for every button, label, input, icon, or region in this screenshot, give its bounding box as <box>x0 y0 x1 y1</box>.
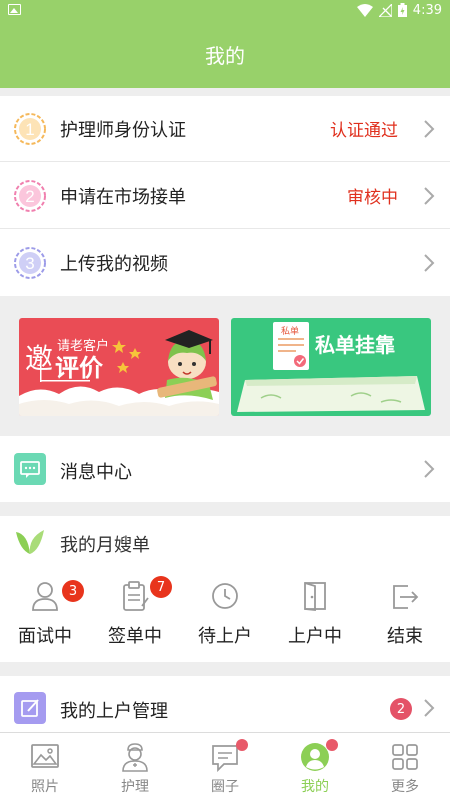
svg-text:评价: 评价 <box>55 354 104 382</box>
edit-note-icon <box>14 692 46 724</box>
clock-time: 4:39 <box>412 2 442 18</box>
message-center-row[interactable]: 消息中心 <box>0 436 450 502</box>
chat-bubble-icon <box>14 453 46 485</box>
status-text: 审核中 <box>347 188 398 208</box>
tab-label: 护理 <box>121 779 149 795</box>
order-status-label: 结束 <box>387 626 423 647</box>
leaf-icon <box>16 530 44 554</box>
private-order-banner[interactable]: 私单 私单挂靠 <box>231 318 431 416</box>
clock-icon <box>212 583 238 609</box>
tab-nursing[interactable]: 护理 <box>90 733 180 800</box>
service-management-row[interactable]: 我的上户管理 2 <box>0 676 450 732</box>
row-upload-video[interactable]: 3 上传我的视频 <box>0 230 450 296</box>
clipboard-icon <box>123 581 149 611</box>
order-status-signing[interactable]: 7 签单中 <box>90 576 180 660</box>
orders-title: 我的月嫂单 <box>60 535 150 556</box>
svg-text:3: 3 <box>25 254 34 273</box>
tab-mine[interactable]: 我的 <box>270 733 360 800</box>
chevron-right-icon <box>424 460 435 478</box>
row-identity-certification[interactable]: 1 护理师身份认证 认证通过 <box>0 96 450 162</box>
service-management-label: 我的上户管理 <box>60 701 168 722</box>
chevron-right-icon <box>424 186 435 205</box>
status-text: 认证通过 <box>330 121 398 141</box>
promo-banners: 邀 请老客户 评价 私单 私单挂靠 <box>0 300 450 428</box>
order-status-interviewing[interactable]: 3 面试中 <box>0 580 90 660</box>
tab-label: 照片 <box>31 779 59 795</box>
page-title: 我的 <box>205 43 245 68</box>
order-status-pending-start[interactable]: 待上户 <box>180 580 270 660</box>
step-3-icon: 3 <box>14 247 46 279</box>
invite-review-illustration: 邀 请老客户 评价 <box>19 330 219 416</box>
count-badge: 3 <box>62 580 84 602</box>
door-icon <box>304 582 326 611</box>
message-center-label: 消息中心 <box>60 462 132 483</box>
svg-text:邀: 邀 <box>25 342 53 375</box>
my-orders-section: 我的月嫂单 3 面试中 7 签单中 待上户 上户中 结束 <box>0 516 450 662</box>
nurse-icon <box>122 743 148 772</box>
tab-label: 圈子 <box>211 779 239 795</box>
wifi-icon <box>356 3 373 17</box>
svg-text:请老客户: 请老客户 <box>57 338 109 354</box>
photo-icon <box>31 744 59 768</box>
svg-text:私单挂靠: 私单挂靠 <box>315 333 395 357</box>
svg-text:私单: 私单 <box>281 325 299 337</box>
grid-icon <box>392 744 418 770</box>
order-status-label: 面试中 <box>18 626 72 647</box>
row-label: 上传我的视频 <box>60 254 168 275</box>
order-status-label: 签单中 <box>108 626 162 647</box>
order-status-label: 待上户 <box>198 626 252 647</box>
bottom-tab-bar: 照片 护理 圈子 我的 更多 <box>0 732 450 800</box>
tab-more[interactable]: 更多 <box>360 733 450 800</box>
chevron-right-icon <box>424 699 435 717</box>
unread-dot <box>326 739 338 751</box>
order-status-label: 上户中 <box>288 626 342 647</box>
chevron-right-icon <box>424 119 435 138</box>
chevron-right-icon <box>424 254 435 272</box>
private-order-illustration: 私单 私单挂靠 <box>237 322 425 412</box>
exit-icon <box>393 585 419 609</box>
step-1-icon: 1 <box>14 112 46 145</box>
no-signal-icon <box>378 3 392 17</box>
tab-photos[interactable]: 照片 <box>0 733 90 800</box>
certification-list: 1 护理师身份认证 认证通过 2 申请在市场接单 审核中 3 上传我的视频 <box>0 96 450 296</box>
person-icon <box>32 582 58 611</box>
invite-review-banner[interactable]: 邀 请老客户 评价 <box>19 318 219 416</box>
unread-dot <box>236 739 248 751</box>
count-badge: 7 <box>150 576 172 598</box>
row-label: 申请在市场接单 <box>60 186 186 208</box>
order-status-in-service[interactable]: 上户中 <box>270 580 360 660</box>
status-bar: 4:39 <box>0 0 450 20</box>
tab-community[interactable]: 圈子 <box>180 733 270 800</box>
image-notification-icon <box>8 4 21 15</box>
svg-text:2: 2 <box>25 187 34 206</box>
tab-label: 我的 <box>301 779 329 795</box>
row-market-application[interactable]: 2 申请在市场接单 审核中 <box>0 163 450 229</box>
tab-label: 更多 <box>391 779 419 795</box>
step-2-icon: 2 <box>14 179 46 212</box>
order-status-finished[interactable]: 结束 <box>360 580 450 660</box>
battery-icon <box>397 3 407 17</box>
svg-text:1: 1 <box>25 120 34 139</box>
count-badge: 2 <box>390 698 412 720</box>
row-label: 护理师身份认证 <box>60 119 186 141</box>
page-header: 我的 <box>0 20 450 88</box>
